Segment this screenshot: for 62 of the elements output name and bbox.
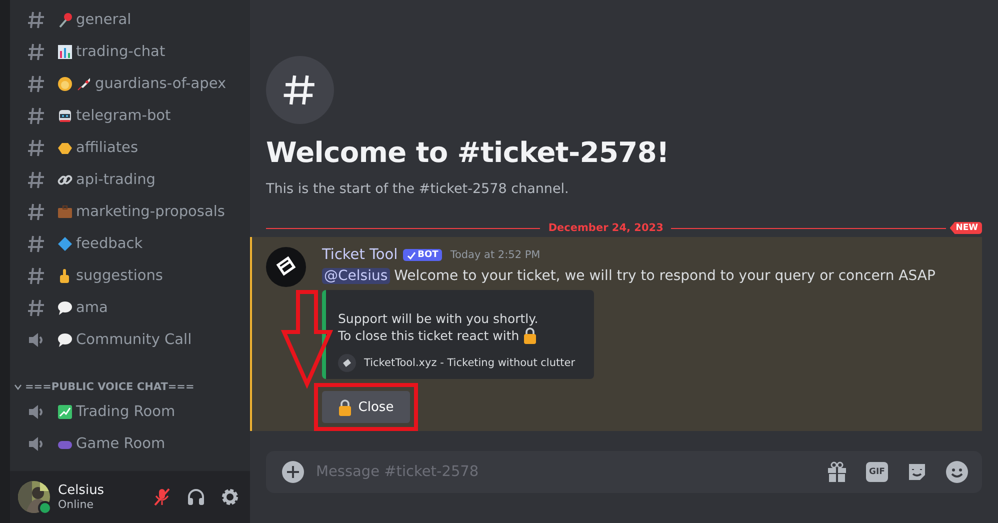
channel-item[interactable]: Community Call bbox=[27, 324, 250, 356]
gift-icon[interactable] bbox=[826, 461, 848, 483]
gif-button[interactable]: GIF bbox=[866, 462, 888, 482]
channel-item[interactable]: Game Room bbox=[27, 428, 250, 460]
channel-hash-icon bbox=[27, 10, 47, 30]
user-status: Online bbox=[58, 498, 94, 511]
channel-item[interactable]: guardians-of-apex bbox=[27, 68, 250, 100]
channel-hash-icon bbox=[27, 74, 47, 94]
channel-item[interactable]: telegram-bot bbox=[27, 100, 250, 132]
muted-microphone-icon[interactable] bbox=[152, 487, 172, 507]
channel-item[interactable]: Trading Room bbox=[27, 396, 250, 428]
lock-icon bbox=[338, 398, 352, 416]
rocket-icon bbox=[76, 76, 92, 92]
channel-item[interactable]: api-trading bbox=[27, 164, 250, 196]
timestamp: Today at 2:52 PM bbox=[450, 249, 540, 262]
author-name[interactable]: Ticket Tool bbox=[322, 247, 398, 264]
speech-bubble-icon bbox=[57, 332, 73, 348]
welcome-subtitle: This is the start of the #ticket-2578 channel. bbox=[266, 181, 570, 197]
channel-item[interactable]: ama bbox=[27, 292, 250, 324]
embed-footer: TicketTool.xyz - Ticketing without clutter bbox=[364, 356, 576, 369]
channel-item[interactable]: affiliates bbox=[27, 132, 250, 164]
category-header[interactable]: ===PUBLIC VOICE CHAT=== bbox=[14, 380, 250, 394]
sticker-icon[interactable] bbox=[906, 461, 928, 483]
chain-link-icon bbox=[57, 172, 73, 188]
briefcase-icon bbox=[57, 204, 73, 220]
diamond-icon bbox=[57, 236, 73, 252]
channel-hash-icon bbox=[27, 106, 47, 126]
bar-chart-icon bbox=[57, 44, 73, 60]
close-button[interactable]: Close bbox=[322, 391, 410, 423]
user-mention[interactable]: @Celsius bbox=[322, 268, 390, 284]
input-placeholder: Message #ticket-2578 bbox=[316, 464, 480, 480]
channel-hash-icon bbox=[27, 234, 47, 254]
channel-item[interactable]: general bbox=[27, 4, 250, 36]
channel-hash-icon bbox=[27, 298, 47, 318]
channel-hash-icon bbox=[27, 42, 47, 62]
message-input[interactable]: Message #ticket-2578 GIF bbox=[266, 451, 982, 493]
username: Celsius bbox=[58, 483, 106, 498]
embed-text: Support will be with you shortly. bbox=[338, 310, 540, 327]
new-badge: NEW bbox=[950, 222, 982, 234]
settings-icon[interactable] bbox=[220, 487, 240, 507]
channel-item[interactable]: feedback bbox=[27, 228, 250, 260]
lock-icon bbox=[523, 326, 538, 344]
channel-hash-icon bbox=[27, 202, 47, 222]
headphones-icon[interactable] bbox=[186, 487, 206, 507]
bot-label: BOT bbox=[418, 250, 438, 260]
smiley-icon[interactable] bbox=[946, 461, 968, 483]
checkmark-icon bbox=[406, 250, 416, 260]
trend-chart-icon bbox=[57, 404, 73, 420]
pin-icon bbox=[57, 12, 73, 28]
channel-item[interactable]: suggestions bbox=[27, 260, 250, 292]
speech-bubble-icon bbox=[57, 300, 73, 316]
date-divider: December 24, 2023 bbox=[547, 222, 664, 234]
channel-hash-icon bbox=[27, 266, 47, 286]
robot-icon bbox=[57, 108, 73, 124]
channel-hash-icon bbox=[27, 138, 47, 158]
plus-icon[interactable] bbox=[282, 461, 304, 483]
channel-item[interactable]: marketing-proposals bbox=[27, 196, 250, 228]
welcome-title: Welcome to #ticket-2578! bbox=[266, 136, 670, 169]
channel-item[interactable]: trading-chat bbox=[27, 36, 250, 68]
channel-hash-icon bbox=[27, 170, 47, 190]
message-text: Welcome to your ticket, we will try to respond to your query or concern ASAP bbox=[394, 268, 936, 284]
embed-text: To close this ticket react with bbox=[338, 326, 520, 344]
